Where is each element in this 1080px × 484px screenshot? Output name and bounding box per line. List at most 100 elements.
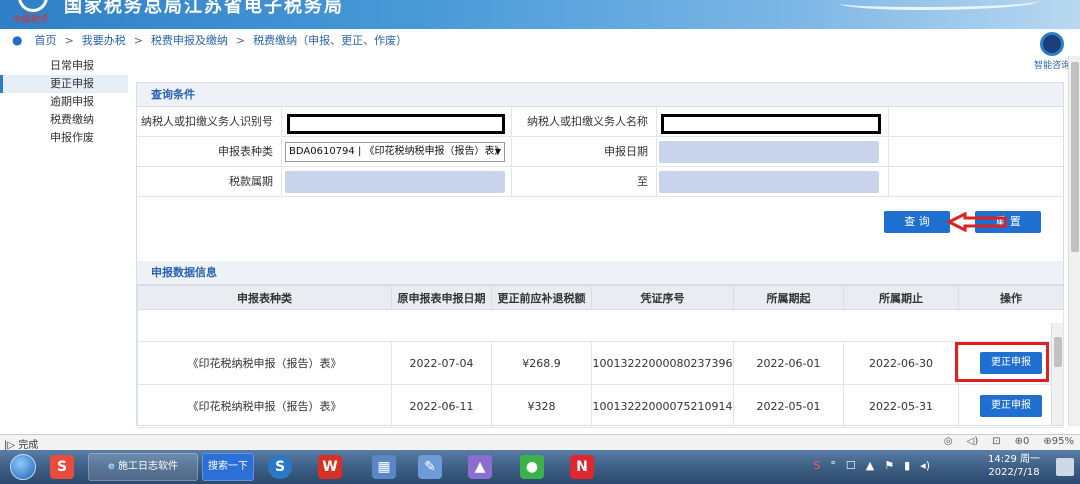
zoom-control[interactable]: ⊕95% <box>1043 436 1074 447</box>
cell-amount: ¥268.9 <box>491 341 592 385</box>
cell-period-end: 2022-06-30 <box>843 341 959 385</box>
download-icon: ⊡ <box>992 436 1001 447</box>
form-type-label: 申报表种类 <box>137 138 282 166</box>
ie-icon: e <box>108 461 115 472</box>
counter-icon: ⊕0 <box>1014 436 1030 447</box>
cell-form-type: 《印花税纳税申报（报告）表》 <box>137 341 392 385</box>
zoom-value: 95% <box>1051 436 1074 447</box>
col-header-orig-date: 原申报表申报日期 <box>391 285 492 310</box>
cell-period-start: 2022-05-01 <box>733 384 844 428</box>
query-row-form-type: 申报表种类 BDA0610794 | 《印花税纳税申报（报告）表》 ▼ 申报日期 <box>137 138 1063 167</box>
col-header-period-start: 所属期起 <box>733 285 844 310</box>
cell-voucher: 10013222000080237396 <box>591 341 734 385</box>
breadcrumb-my-tax[interactable]: 我要办税 <box>82 32 126 48</box>
paint-icon[interactable]: ✎ <box>418 455 442 479</box>
form-type-select[interactable]: BDA0610794 | 《印花税纳税申报（报告）表》 ▼ <box>285 142 505 162</box>
file-explorer-icon[interactable]: ▦ <box>372 455 396 479</box>
taskbar-app-label: 施工日志软件 <box>117 461 178 472</box>
clock-time: 14:29 周一 <box>988 454 1040 465</box>
red-arrow-annotation-icon <box>947 212 1007 232</box>
assistant-headset-icon <box>1040 32 1064 56</box>
breadcrumb-home[interactable]: 首页 <box>34 32 56 48</box>
results-scrollbar[interactable] <box>1051 323 1063 425</box>
tax-period-end-input[interactable] <box>659 171 879 193</box>
sidebar-item-overdue-declare[interactable]: 逾期申报 <box>0 93 128 111</box>
page-scrollbar[interactable] <box>1068 56 1080 426</box>
col-header-amount: 更正前应补退税额 <box>491 285 592 310</box>
input-method-icon[interactable]: ° <box>830 459 836 472</box>
taxpayer-name-cell <box>657 108 889 136</box>
network-icon[interactable]: ▮ <box>904 459 910 472</box>
breadcrumb-separator: > <box>133 33 143 47</box>
taskbar-search-button[interactable]: 搜索一下 <box>202 453 254 481</box>
taskbar-clock[interactable]: 14:29 周一 2022/7/18 <box>988 453 1040 479</box>
col-header-period-end: 所属期止 <box>843 285 959 310</box>
cell-orig-date: 2022-07-04 <box>391 341 492 385</box>
query-row-taxpayer: 纳税人或扣缴义务人识别号 纳税人或扣缴义务人名称 <box>137 108 1063 137</box>
tray-app-icon[interactable]: ☐ <box>846 459 856 472</box>
results-table: 申报表种类 原申报表申报日期 更正前应补退税额 凭证序号 所属期起 所属期止 操… <box>137 285 1064 428</box>
results-section-title: 申报数据信息 <box>137 261 1063 285</box>
page-scrollbar-thumb[interactable] <box>1071 62 1079 252</box>
show-hidden-icons[interactable]: ▲ <box>866 459 874 472</box>
netease-app-icon[interactable]: N <box>570 455 594 479</box>
wechat-icon[interactable]: ● <box>520 455 544 479</box>
table-header-row: 申报表种类 原申报表申报日期 更正前应补退税额 凭证序号 所属期起 所属期止 操… <box>137 285 1064 310</box>
declare-date-input[interactable] <box>659 141 879 163</box>
cell-voucher: 10013222000075210914 <box>591 384 734 428</box>
photos-icon[interactable]: ▲ <box>468 455 492 479</box>
clock-date: 2022/7/18 <box>988 467 1040 478</box>
tax-period-start-input[interactable] <box>285 171 505 193</box>
volume-icon[interactable]: ◂) <box>920 459 930 472</box>
breadcrumb-current: 税费缴纳（申报、更正、作废） <box>253 34 408 47</box>
sogou-browser-icon[interactable]: S <box>268 455 292 479</box>
results-section: 申报数据信息 申报表种类 原申报表申报日期 更正前应补退税额 凭证序号 所属期起… <box>137 261 1064 428</box>
sidebar-item-tax-payment[interactable]: 税费缴纳 <box>0 111 128 129</box>
sogou-app-icon[interactable]: S <box>50 455 74 479</box>
cell-orig-date: 2022-06-11 <box>391 384 492 428</box>
correction-declare-button[interactable]: 更正申报 <box>980 395 1042 417</box>
show-desktop-icon[interactable] <box>1056 458 1074 476</box>
form-type-select-value: BDA0610794 | 《印花税纳税申报（报告）表》 <box>289 146 505 157</box>
sogou-tray-icon[interactable]: S <box>813 459 820 472</box>
sidebar-item-daily-declare[interactable]: 日常申报 <box>0 57 128 75</box>
taxpayer-id-cell <box>282 108 512 136</box>
search-button[interactable]: 查 询 <box>884 211 950 233</box>
declare-date-cell <box>657 138 889 166</box>
status-text: |▷ 完成 <box>4 440 39 451</box>
col-header-action: 操作 <box>958 285 1064 310</box>
start-orb-icon[interactable] <box>10 454 36 480</box>
status-bar: |▷ 完成 ◎ ◁) ⊡ ⊕0 ⊕95% <box>0 434 1080 451</box>
taxpayer-id-label: 纳税人或扣缴义务人识别号 <box>137 108 282 136</box>
network-flag-icon[interactable]: ⚑ <box>884 459 894 472</box>
sidebar-item-correction-declare[interactable]: 更正申报 <box>0 75 128 93</box>
cell-amount: ¥328 <box>491 384 592 428</box>
table-spacer-row <box>137 309 1064 342</box>
declare-date-label: 申报日期 <box>512 138 657 166</box>
breadcrumb-declare-pay[interactable]: 税费申报及缴纳 <box>151 32 228 48</box>
table-row: 《印花税纳税申报（报告）表》 2022-06-11 ¥328 100132220… <box>137 384 1064 428</box>
query-section-title: 查询条件 <box>137 83 1063 107</box>
red-highlight-annotation <box>955 342 1049 382</box>
breadcrumb-separator: > <box>235 33 246 47</box>
dropdown-arrow-icon: ▼ <box>494 147 501 156</box>
results-scrollbar-thumb[interactable] <box>1054 337 1062 367</box>
breadcrumb: ● 首页 > 我要办税 > 税费申报及缴纳 > 税费缴纳（申报、更正、作废） <box>0 30 1080 50</box>
tax-logo-icon <box>18 0 48 12</box>
sidebar-item-declare-void[interactable]: 申报作废 <box>0 129 128 147</box>
cell-form-type: 《印花税纳税申报（报告）表》 <box>137 384 392 428</box>
tax-period-start-cell <box>282 168 512 196</box>
tax-period-label: 税款属期 <box>137 168 282 196</box>
cell-period-end: 2022-05-31 <box>843 384 959 428</box>
wps-icon[interactable]: W <box>318 455 342 479</box>
banner-swoosh-decoration <box>840 0 1040 10</box>
security-shield-icon: ◎ <box>943 436 953 447</box>
col-header-voucher: 凭证序号 <box>591 285 734 310</box>
query-row-tax-period: 税款属期 至 <box>137 168 1063 197</box>
table-row: 《印花税纳税申报（报告）表》 2022-07-04 ¥268.9 1001322… <box>137 341 1064 385</box>
counter-value: 0 <box>1023 436 1030 447</box>
status-right-icons: ◎ ◁) ⊡ ⊕0 ⊕95% <box>944 436 1074 447</box>
location-pin-icon: ● <box>12 33 23 47</box>
cell-action: 更正申报 <box>958 384 1064 428</box>
taskbar-app-ie[interactable]: e 施工日志软件 <box>88 453 198 481</box>
